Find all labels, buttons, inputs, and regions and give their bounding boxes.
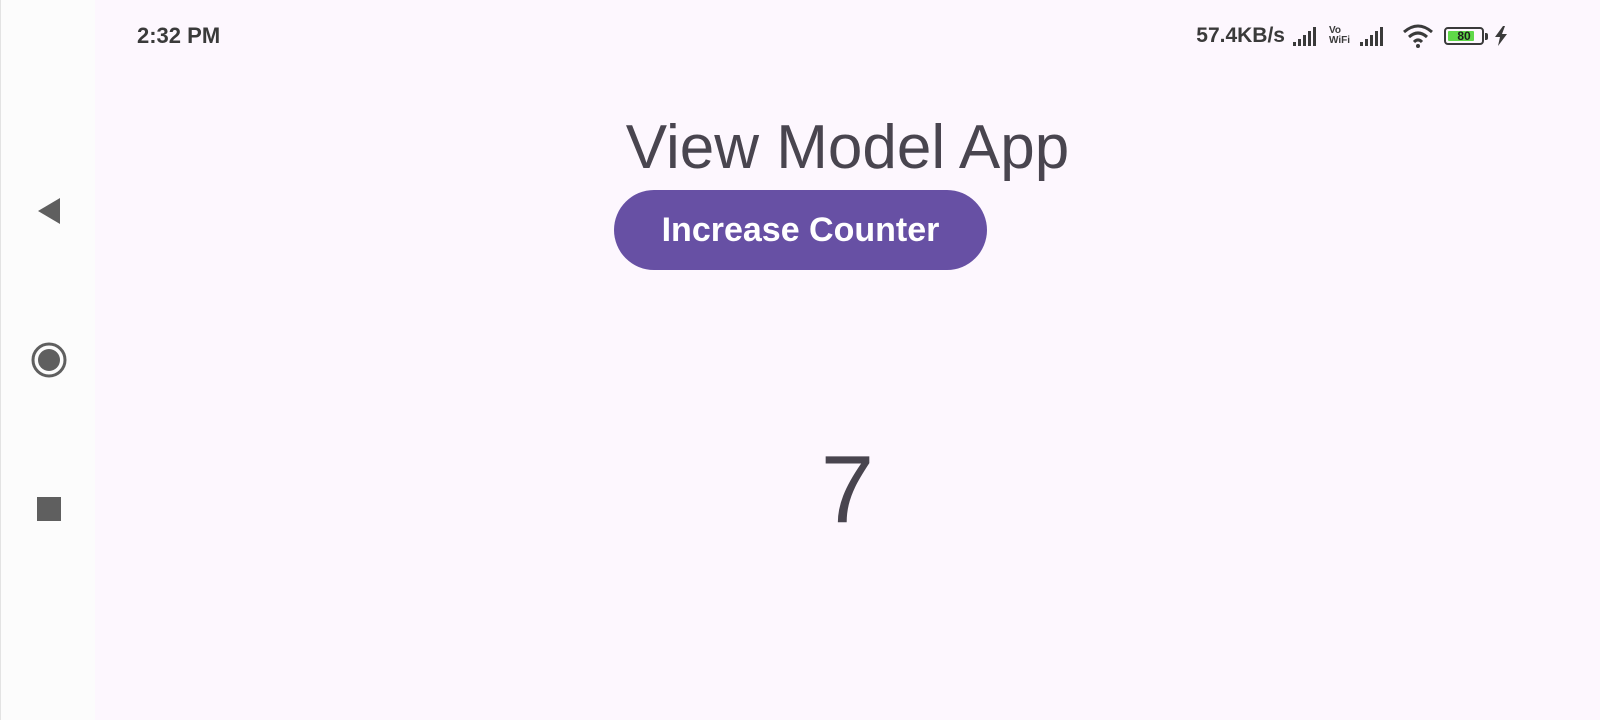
battery-level: 80 <box>1457 29 1471 43</box>
charging-bolt-icon <box>1495 26 1507 46</box>
status-bar: 2:32 PM 57.4KB/s Vo WiFi 80 <box>95 0 1600 70</box>
wifi-icon <box>1403 24 1433 48</box>
page-title: View Model App <box>625 113 1070 182</box>
home-circle-icon <box>31 342 67 378</box>
status-icons: 57.4KB/s Vo WiFi 80 <box>1196 20 1508 52</box>
vowifi-indicator: Vo WiFi <box>1329 26 1350 46</box>
network-speed: 57.4KB/s <box>1196 24 1285 47</box>
battery-cap <box>1485 32 1488 40</box>
back-button[interactable] <box>29 191 69 231</box>
back-triangle-icon <box>38 198 60 224</box>
app-content: 2:32 PM 57.4KB/s Vo WiFi 80 View Model A… <box>95 0 1600 720</box>
increase-counter-button[interactable]: Increase Counter <box>614 190 987 270</box>
status-time: 2:32 PM <box>137 23 221 48</box>
signal-bars-icon <box>1292 27 1316 46</box>
battery-indicator: 80 <box>1444 27 1484 45</box>
signal-bars-icon <box>1360 27 1383 46</box>
screen: 2:32 PM 57.4KB/s Vo WiFi 80 View Model A… <box>0 0 1600 720</box>
navigation-bar <box>0 0 95 720</box>
counter-value: 7 <box>820 436 875 543</box>
increase-counter-label: Increase Counter <box>661 210 940 249</box>
home-button[interactable] <box>29 340 69 380</box>
recents-button[interactable] <box>29 489 69 529</box>
vowifi-bottom: WiFi <box>1328 35 1350 46</box>
recents-square-icon <box>37 497 61 521</box>
